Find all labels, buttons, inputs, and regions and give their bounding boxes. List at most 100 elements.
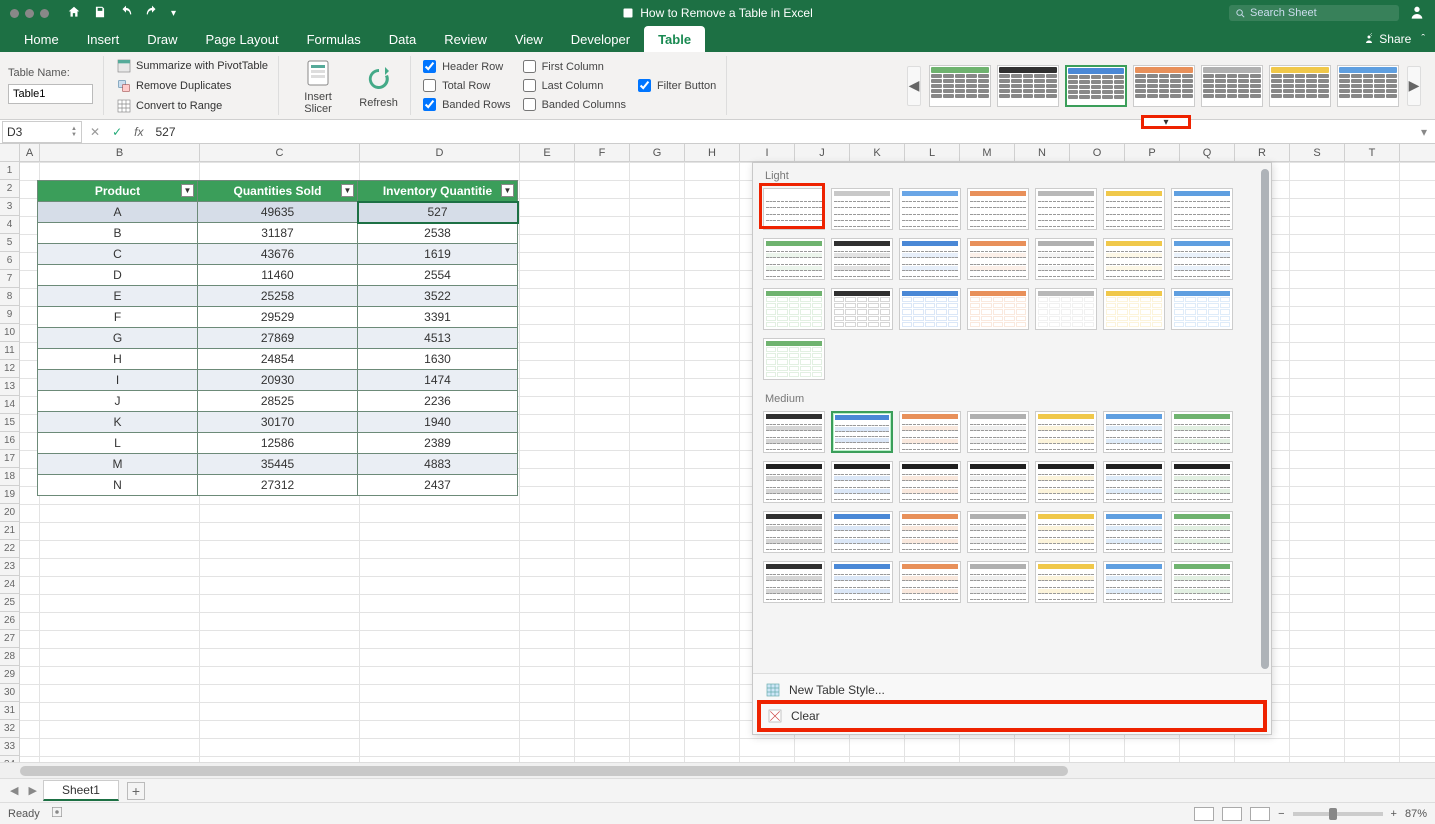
table-style-swatch[interactable] — [1337, 65, 1399, 107]
row-header[interactable]: 14 — [0, 396, 19, 414]
tab-view[interactable]: View — [501, 26, 557, 52]
table-cell[interactable]: F — [38, 307, 198, 328]
filter-button-checkbox[interactable]: Filter Button — [638, 79, 716, 92]
table-style-option[interactable] — [1103, 461, 1165, 503]
row-header[interactable]: 6 — [0, 252, 19, 270]
table-cell[interactable]: A — [38, 202, 198, 223]
table-cell[interactable]: 27869 — [198, 328, 358, 349]
table-style-option[interactable] — [967, 511, 1029, 553]
table-style-option[interactable] — [831, 561, 893, 603]
table-style-option[interactable] — [763, 288, 825, 330]
table-style-option[interactable] — [1035, 188, 1097, 230]
col-header[interactable]: E — [520, 144, 575, 161]
table-name-input[interactable] — [8, 84, 93, 104]
table-style-option[interactable] — [967, 411, 1029, 453]
col-header[interactable]: O — [1070, 144, 1125, 161]
table-style-option[interactable] — [831, 188, 893, 230]
table-style-option[interactable] — [831, 238, 893, 280]
table-style-option[interactable] — [1035, 238, 1097, 280]
row-header[interactable]: 4 — [0, 216, 19, 234]
table-style-option[interactable] — [831, 511, 893, 553]
normal-view-button[interactable] — [1194, 807, 1214, 821]
first-column-checkbox[interactable]: First Column — [523, 60, 626, 73]
row-header[interactable]: 30 — [0, 684, 19, 702]
table-cell[interactable]: 1630 — [358, 349, 518, 370]
table-header[interactable]: Quantities Sold▼ — [198, 181, 358, 202]
header-row-checkbox[interactable]: Header Row — [423, 60, 511, 73]
table-style-swatch[interactable] — [1065, 65, 1127, 107]
table-style-option[interactable] — [831, 411, 893, 453]
row-header[interactable]: 10 — [0, 324, 19, 342]
row-header[interactable]: 12 — [0, 360, 19, 378]
col-header[interactable]: D — [360, 144, 520, 161]
fx-icon[interactable]: fx — [128, 125, 149, 139]
row-header[interactable]: 3 — [0, 198, 19, 216]
table-cell[interactable]: I — [38, 370, 198, 391]
row-header[interactable]: 15 — [0, 414, 19, 432]
row-header[interactable]: 20 — [0, 504, 19, 522]
col-header[interactable]: K — [850, 144, 905, 161]
table-style-swatch[interactable] — [1133, 65, 1195, 107]
row-header[interactable]: 34 — [0, 756, 19, 762]
table-cell[interactable]: 25258 — [198, 286, 358, 307]
panel-scrollbar[interactable] — [1261, 169, 1269, 669]
row-header[interactable]: 25 — [0, 594, 19, 612]
name-box[interactable]: D3 ▲▼ — [2, 121, 82, 143]
table-style-option[interactable] — [967, 461, 1029, 503]
table-style-option[interactable] — [967, 561, 1029, 603]
banded-rows-checkbox[interactable]: Banded Rows — [423, 98, 511, 111]
table-cell[interactable]: 12586 — [198, 433, 358, 454]
row-headers[interactable]: 1234567891011121314151617181920212223242… — [0, 162, 20, 762]
row-header[interactable]: 9 — [0, 306, 19, 324]
row-header[interactable]: 17 — [0, 450, 19, 468]
table-style-option[interactable] — [763, 511, 825, 553]
tab-draw[interactable]: Draw — [133, 26, 191, 52]
table-style-option[interactable] — [1171, 511, 1233, 553]
table-style-option[interactable] — [1035, 511, 1097, 553]
table-style-option[interactable] — [1171, 461, 1233, 503]
col-header[interactable]: A — [20, 144, 40, 161]
table-cell[interactable]: 24854 — [198, 349, 358, 370]
table-cell[interactable]: 3391 — [358, 307, 518, 328]
col-header[interactable]: J — [795, 144, 850, 161]
table-cell[interactable]: 527 — [358, 202, 518, 223]
remove-duplicates-button[interactable]: Remove Duplicates — [116, 78, 268, 94]
summarize-pivot-button[interactable]: Summarize with PivotTable — [116, 58, 268, 74]
col-header[interactable]: N — [1015, 144, 1070, 161]
row-header[interactable]: 27 — [0, 630, 19, 648]
tab-home[interactable]: Home — [10, 26, 73, 52]
table-cell[interactable]: L — [38, 433, 198, 454]
table-cell[interactable]: 4513 — [358, 328, 518, 349]
row-header[interactable]: 24 — [0, 576, 19, 594]
table-style-option[interactable] — [899, 461, 961, 503]
convert-to-range-button[interactable]: Convert to Range — [116, 98, 268, 114]
formula-input[interactable]: 527 — [149, 125, 1413, 139]
row-header[interactable]: 11 — [0, 342, 19, 360]
table-style-option[interactable] — [1103, 288, 1165, 330]
table-cell[interactable]: 1940 — [358, 412, 518, 433]
row-header[interactable]: 2 — [0, 180, 19, 198]
row-header[interactable]: 21 — [0, 522, 19, 540]
row-header[interactable]: 29 — [0, 666, 19, 684]
sheet-nav-next-icon[interactable]: ▶ — [24, 784, 40, 797]
refresh-button[interactable]: Refresh — [357, 56, 411, 115]
formula-expand-icon[interactable]: ▾ — [1413, 125, 1435, 139]
table-cell[interactable]: 28525 — [198, 391, 358, 412]
table-cell[interactable]: G — [38, 328, 198, 349]
row-header[interactable]: 8 — [0, 288, 19, 306]
table-cell[interactable]: C — [38, 244, 198, 265]
tab-data[interactable]: Data — [375, 26, 430, 52]
table-header[interactable]: Inventory Quantitie▼ — [358, 181, 518, 202]
table-style-option[interactable] — [1103, 238, 1165, 280]
table-cell[interactable]: 4883 — [358, 454, 518, 475]
table-style-option[interactable] — [763, 238, 825, 280]
row-header[interactable]: 33 — [0, 738, 19, 756]
table-cell[interactable]: N — [38, 475, 198, 496]
table-style-option[interactable] — [763, 338, 825, 380]
table-style-option[interactable] — [1035, 288, 1097, 330]
table-cell[interactable]: 2389 — [358, 433, 518, 454]
row-header[interactable]: 32 — [0, 720, 19, 738]
col-header[interactable]: F — [575, 144, 630, 161]
select-all-corner[interactable] — [0, 144, 20, 161]
zoom-out-button[interactable]: − — [1278, 808, 1284, 820]
